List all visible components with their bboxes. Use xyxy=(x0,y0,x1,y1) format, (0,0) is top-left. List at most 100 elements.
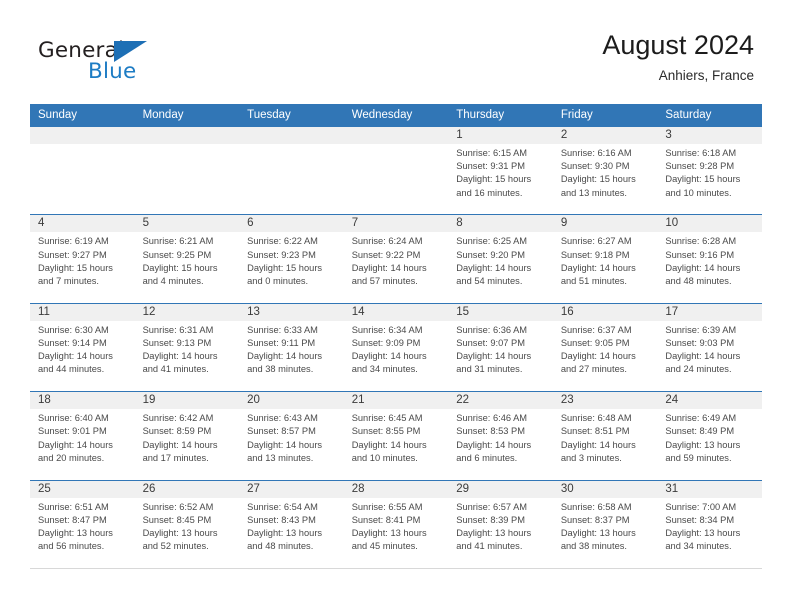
day-cell[interactable]: 23 Sunrise: 6:48 AM Sunset: 8:51 PM Dayl… xyxy=(553,392,658,479)
sunset-text: Sunset: 9:13 PM xyxy=(142,337,212,348)
daylight-text-line1: Daylight: 15 hours xyxy=(560,174,636,185)
day-cell[interactable]: 20 Sunrise: 6:43 AM Sunset: 8:57 PM Dayl… xyxy=(239,392,344,479)
day-number: 31 xyxy=(665,482,679,495)
daylight-text-line2: and 17 minutes. xyxy=(142,452,209,463)
daylight-text-line1: Daylight: 14 hours xyxy=(38,439,113,450)
day-number xyxy=(247,127,344,144)
sunrise-text: Sunrise: 6:22 AM xyxy=(247,236,318,247)
sunset-text: Sunset: 9:09 PM xyxy=(351,337,421,348)
daylight-text-line2: and 41 minutes. xyxy=(142,364,209,375)
day-cell[interactable]: 10 Sunrise: 6:28 AM Sunset: 9:16 PM Dayl… xyxy=(657,215,762,302)
day-cell[interactable]: 13 Sunrise: 6:33 AM Sunset: 9:11 PM Dayl… xyxy=(239,304,344,391)
day-cell[interactable]: 7 Sunrise: 6:24 AM Sunset: 9:22 PM Dayli… xyxy=(344,215,449,302)
sunset-text: Sunset: 9:14 PM xyxy=(38,337,107,348)
day-cell[interactable]: 5 Sunrise: 6:21 AM Sunset: 9:25 PM Dayli… xyxy=(135,215,240,302)
daylight-text-line1: Daylight: 13 hours xyxy=(38,527,113,538)
daylight-text-line1: Daylight: 14 hours xyxy=(665,351,741,362)
daylight-text-line2: and 54 minutes. xyxy=(456,276,523,286)
day-number: 19 xyxy=(142,394,156,407)
day-cell[interactable]: 6 Sunrise: 6:22 AM Sunset: 9:23 PM Dayli… xyxy=(239,215,344,302)
day-number: 23 xyxy=(560,394,574,407)
day-cell[interactable]: 2 Sunrise: 6:16 AM Sunset: 9:30 PM Dayli… xyxy=(553,127,658,214)
day-cell[interactable]: 9 Sunrise: 6:27 AM Sunset: 9:18 PM Dayli… xyxy=(553,215,658,302)
day-cell[interactable] xyxy=(135,127,240,214)
day-cell[interactable] xyxy=(239,127,344,214)
sunrise-text: Sunrise: 7:00 AM xyxy=(665,501,737,512)
day-cell[interactable]: 27 Sunrise: 6:54 AM Sunset: 8:43 PM Dayl… xyxy=(239,481,344,568)
sunrise-text: Sunrise: 6:33 AM xyxy=(247,324,318,335)
day-cell[interactable]: 3 Sunrise: 6:18 AM Sunset: 9:28 PM Dayli… xyxy=(657,127,762,214)
sunrise-text: Sunrise: 6:25 AM xyxy=(456,236,528,247)
day-cell[interactable]: 29 Sunrise: 6:57 AM Sunset: 8:39 PM Dayl… xyxy=(448,481,553,568)
daylight-text-line1: Daylight: 14 hours xyxy=(351,262,427,273)
daylight-text-line2: and 27 minutes. xyxy=(560,364,627,375)
daylight-text-line2: and 34 minutes. xyxy=(665,541,732,552)
day-cell[interactable]: 28 Sunrise: 6:55 AM Sunset: 8:41 PM Dayl… xyxy=(344,481,449,568)
sunrise-text: Sunrise: 6:30 AM xyxy=(38,324,109,335)
sunset-text: Sunset: 9:20 PM xyxy=(456,249,525,260)
day-cell[interactable]: 31 Sunrise: 7:00 AM Sunset: 8:34 PM Dayl… xyxy=(657,481,762,568)
daylight-text-line1: Daylight: 14 hours xyxy=(142,439,218,450)
weekday-header-friday: Friday xyxy=(560,109,593,121)
brand-name-blue: Blue xyxy=(88,59,137,84)
day-info: Sunrise: 6:27 AM Sunset: 9:18 PM Dayligh… xyxy=(561,235,658,288)
day-info: Sunrise: 6:55 AM Sunset: 8:41 PM Dayligh… xyxy=(352,501,449,554)
day-cell[interactable]: 26 Sunrise: 6:52 AM Sunset: 8:45 PM Dayl… xyxy=(135,481,240,568)
sunrise-text: Sunrise: 6:43 AM xyxy=(247,413,318,424)
sunset-text: Sunset: 9:11 PM xyxy=(247,337,316,348)
sunrise-text: Sunrise: 6:37 AM xyxy=(560,324,632,335)
sunrise-text: Sunrise: 6:27 AM xyxy=(560,236,632,247)
day-number: 18 xyxy=(38,394,51,407)
day-info: Sunrise: 6:39 AM Sunset: 9:03 PM Dayligh… xyxy=(665,324,762,377)
sunset-text: Sunset: 8:37 PM xyxy=(560,514,630,525)
sunrise-text: Sunrise: 6:46 AM xyxy=(456,413,528,424)
sunset-text: Sunset: 8:51 PM xyxy=(560,426,630,437)
week-row: 1 Sunrise: 6:15 AM Sunset: 9:31 PM Dayli… xyxy=(30,126,762,214)
day-info: Sunrise: 6:48 AM Sunset: 8:51 PM Dayligh… xyxy=(561,412,658,465)
sunset-text: Sunset: 8:41 PM xyxy=(351,514,421,525)
day-info: Sunrise: 6:16 AM Sunset: 9:30 PM Dayligh… xyxy=(561,147,658,200)
location-subtitle: Anhiers, France xyxy=(658,68,754,83)
sunrise-text: Sunrise: 6:16 AM xyxy=(560,148,632,158)
day-number: 21 xyxy=(351,394,365,407)
daylight-text-line2: and 10 minutes. xyxy=(351,452,418,463)
day-cell[interactable]: 1 Sunrise: 6:15 AM Sunset: 9:31 PM Dayli… xyxy=(448,127,553,214)
day-number xyxy=(38,127,135,144)
day-cell[interactable]: 16 Sunrise: 6:37 AM Sunset: 9:05 PM Dayl… xyxy=(553,304,658,391)
day-info: Sunrise: 6:57 AM Sunset: 8:39 PM Dayligh… xyxy=(456,501,553,554)
day-cell[interactable]: 22 Sunrise: 6:46 AM Sunset: 8:53 PM Dayl… xyxy=(448,392,553,479)
day-cell[interactable]: 19 Sunrise: 6:42 AM Sunset: 8:59 PM Dayl… xyxy=(135,392,240,479)
day-number: 25 xyxy=(38,482,51,495)
day-cell[interactable]: 8 Sunrise: 6:25 AM Sunset: 9:20 PM Dayli… xyxy=(448,215,553,302)
day-cell[interactable]: 30 Sunrise: 6:58 AM Sunset: 8:37 PM Dayl… xyxy=(553,481,658,568)
day-info: Sunrise: 6:49 AM Sunset: 8:49 PM Dayligh… xyxy=(665,412,762,465)
day-cell[interactable] xyxy=(344,127,449,214)
daylight-text-line1: Daylight: 15 hours xyxy=(456,174,532,185)
day-cell[interactable]: 11 Sunrise: 6:30 AM Sunset: 9:14 PM Dayl… xyxy=(30,304,135,391)
day-cell[interactable]: 14 Sunrise: 6:34 AM Sunset: 9:09 PM Dayl… xyxy=(344,304,449,391)
day-cell[interactable]: 4 Sunrise: 6:19 AM Sunset: 9:27 PM Dayli… xyxy=(30,215,135,302)
day-cell[interactable]: 17 Sunrise: 6:39 AM Sunset: 9:03 PM Dayl… xyxy=(657,304,762,391)
day-cell[interactable] xyxy=(30,127,135,214)
day-cell[interactable]: 18 Sunrise: 6:40 AM Sunset: 9:01 PM Dayl… xyxy=(30,392,135,479)
sunrise-text: Sunrise: 6:45 AM xyxy=(351,413,423,424)
day-number: 17 xyxy=(665,305,679,318)
sunset-text: Sunset: 8:55 PM xyxy=(351,426,421,437)
day-cell[interactable]: 24 Sunrise: 6:49 AM Sunset: 8:49 PM Dayl… xyxy=(657,392,762,479)
daylight-text-line2: and 41 minutes. xyxy=(456,541,523,552)
sunrise-text: Sunrise: 6:54 AM xyxy=(247,501,318,512)
sunset-text: Sunset: 9:05 PM xyxy=(560,337,630,348)
week-row: 11 Sunrise: 6:30 AM Sunset: 9:14 PM Dayl… xyxy=(30,302,762,391)
day-cell[interactable]: 25 Sunrise: 6:51 AM Sunset: 8:47 PM Dayl… xyxy=(30,481,135,568)
day-number: 30 xyxy=(560,482,574,495)
daylight-text-line2: and 20 minutes. xyxy=(38,452,105,463)
day-cell[interactable]: 21 Sunrise: 6:45 AM Sunset: 8:55 PM Dayl… xyxy=(344,392,449,479)
daylight-text-line2: and 57 minutes. xyxy=(351,276,418,286)
day-info: Sunrise: 6:31 AM Sunset: 9:13 PM Dayligh… xyxy=(143,324,240,377)
calendar-page: General Blue August 2024 Anhiers, France… xyxy=(0,0,792,612)
brand-logo[interactable]: General Blue xyxy=(38,38,258,92)
sunrise-text: Sunrise: 6:40 AM xyxy=(38,413,109,424)
day-cell[interactable]: 15 Sunrise: 6:36 AM Sunset: 9:07 PM Dayl… xyxy=(448,304,553,391)
day-number: 26 xyxy=(142,482,156,495)
day-cell[interactable]: 12 Sunrise: 6:31 AM Sunset: 9:13 PM Dayl… xyxy=(135,304,240,391)
